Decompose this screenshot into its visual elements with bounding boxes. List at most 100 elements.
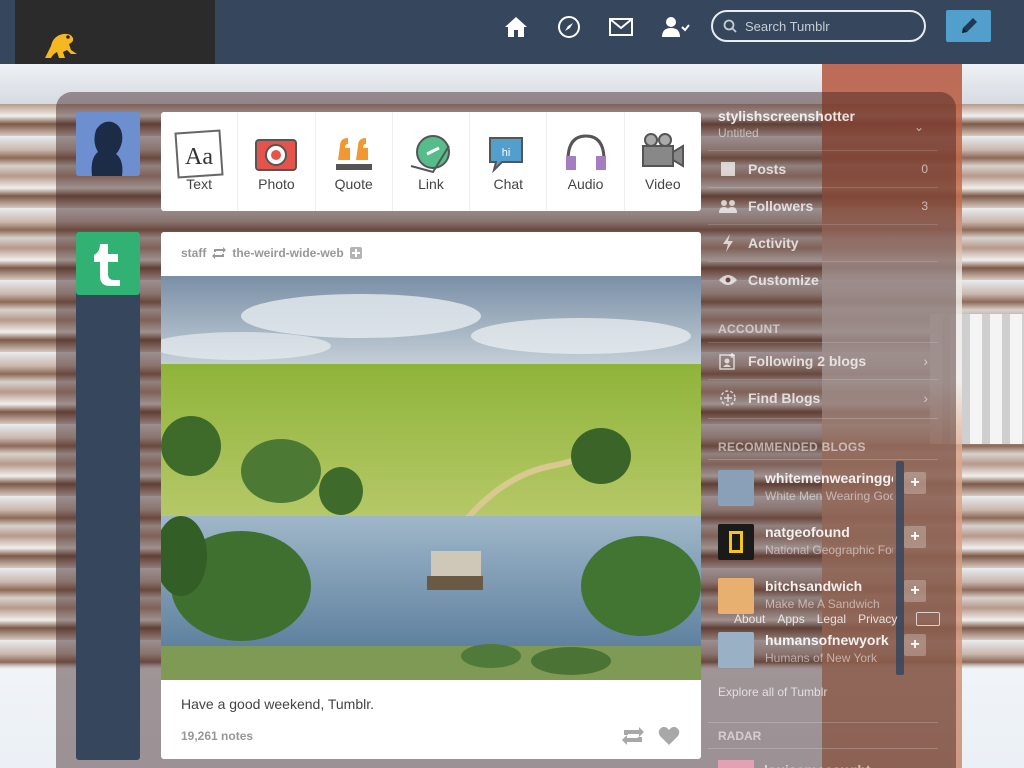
post-author-link[interactable]: staff xyxy=(181,246,206,260)
chevron-down-icon[interactable]: ⌄ xyxy=(914,120,924,134)
post-type-composer: Aa Text Photo Quote Link hi Chat Audio V… xyxy=(161,112,701,211)
recommended-blogs-heading: RECOMMENDED BLOGS xyxy=(718,440,866,454)
video-camera-post-icon xyxy=(641,133,684,168)
home-icon[interactable] xyxy=(503,14,529,40)
find-blogs-icon xyxy=(718,388,738,408)
posts-icon xyxy=(718,159,738,179)
recommended-blog-item[interactable]: humansofnewyork Humans of New York + xyxy=(708,626,926,680)
keyboard-shortcuts-icon[interactable] xyxy=(916,612,940,626)
posts-count: 0 xyxy=(921,162,928,176)
staff-blog-avatar[interactable] xyxy=(76,232,140,295)
reblog-icon[interactable] xyxy=(621,726,645,746)
logo-area[interactable] xyxy=(15,0,215,64)
footer-link-apps[interactable]: Apps xyxy=(777,612,804,626)
tumblr-t-icon xyxy=(94,243,120,286)
post-source-link[interactable]: the-weird-wide-web xyxy=(232,246,343,260)
account-menu-icon[interactable] xyxy=(661,14,691,40)
sidebar-item-label: Followers xyxy=(748,198,814,214)
inbox-mail-icon[interactable] xyxy=(608,14,634,40)
recommended-blog-avatar xyxy=(718,632,754,668)
follow-plus-icon[interactable]: + xyxy=(904,580,926,602)
camera-post-icon xyxy=(255,139,298,171)
sidebar-item-label: Customize xyxy=(748,272,819,288)
link-post-icon xyxy=(410,135,450,174)
post-type-link-button[interactable]: Link xyxy=(393,112,471,211)
post-type-chat-button[interactable]: hi Chat xyxy=(470,112,548,211)
recommended-blog-name: humansofnewyork xyxy=(765,632,889,648)
radar-heading: RADAR xyxy=(718,729,762,743)
followers-icon xyxy=(718,196,738,216)
follow-plus-icon[interactable]: + xyxy=(904,634,926,656)
sidebar-item-followers[interactable]: Followers 3 xyxy=(708,187,938,224)
recommended-blog-avatar xyxy=(718,578,754,614)
post-type-text-button[interactable]: Aa Text xyxy=(161,112,239,211)
sidebar-blog-name[interactable]: stylishscreenshotter xyxy=(718,108,855,124)
post-avatar-column xyxy=(76,232,140,760)
radar-blog-item[interactable]: louisemccaught xyxy=(718,760,871,768)
compose-post-button[interactable] xyxy=(946,10,991,42)
account-heading: ACCOUNT xyxy=(718,322,781,336)
pencil-icon xyxy=(961,18,977,33)
sidebar-item-label: Following 2 blogs xyxy=(748,353,867,369)
post-type-audio-button[interactable]: Audio xyxy=(547,112,625,211)
follow-plus-icon[interactable]: + xyxy=(904,526,926,548)
recommended-blog-name: whitemenwearinggoogleglass xyxy=(765,470,893,486)
search-input[interactable] xyxy=(745,18,905,34)
footer-link-legal[interactable]: Legal xyxy=(817,612,846,626)
footer-link-about[interactable]: About xyxy=(734,612,765,626)
divider xyxy=(708,459,938,460)
follow-plus-icon[interactable] xyxy=(349,247,362,259)
text-post-icon: Aa xyxy=(174,129,224,179)
post-type-quote-button[interactable]: Quote xyxy=(316,112,393,211)
post-type-photo-label: Photo xyxy=(258,176,295,192)
chevron-right-icon: › xyxy=(923,353,928,369)
explore-tumblr-link[interactable]: Explore all of Tumblr xyxy=(718,685,827,699)
post-type-link-label: Link xyxy=(418,176,444,192)
post-type-audio-label: Audio xyxy=(567,176,604,192)
search-box[interactable] xyxy=(711,10,926,42)
silhouette-avatar-icon xyxy=(76,112,140,176)
search-icon xyxy=(723,19,737,33)
radar-blog-name: louisemccaught xyxy=(764,762,871,768)
recommended-blog-item[interactable]: whitemenwearinggoogleglass White Men Wear… xyxy=(708,464,926,518)
follow-plus-icon[interactable]: + xyxy=(904,472,926,494)
sidebar-item-label: Activity xyxy=(748,235,799,251)
explore-compass-icon[interactable] xyxy=(556,14,582,40)
reblog-small-icon xyxy=(212,247,227,259)
post-header: staff the-weird-wide-web xyxy=(181,246,362,260)
post-notes-count[interactable]: 19,261 notes xyxy=(181,729,253,743)
sidebar-item-find-blogs[interactable]: Find Blogs › xyxy=(708,379,938,416)
divider xyxy=(708,418,938,419)
sidebar-blog-subtitle: Untitled xyxy=(718,126,759,140)
sidebar-item-activity[interactable]: Activity xyxy=(708,224,938,261)
top-navigation-bar xyxy=(0,0,1024,64)
sidebar-item-customize[interactable]: Customize xyxy=(708,261,938,298)
lightning-activity-icon xyxy=(718,233,738,253)
post-type-photo-button[interactable]: Photo xyxy=(238,112,316,211)
svg-text:hi: hi xyxy=(502,147,511,159)
post-photo[interactable] xyxy=(161,276,701,680)
footer-link-privacy[interactable]: Privacy xyxy=(858,612,897,626)
footer-links: About Apps Legal Privacy xyxy=(734,612,897,626)
recommended-scrollbar[interactable] xyxy=(896,461,904,675)
recommended-blog-item[interactable]: natgeofound National Geographic Found + xyxy=(708,518,926,572)
headphones-audio-icon xyxy=(565,134,606,170)
user-avatar[interactable] xyxy=(76,112,140,176)
recommended-blog-desc: Make Me A Sandwich xyxy=(765,597,880,611)
radar-blog-avatar xyxy=(718,760,754,768)
heart-like-icon[interactable] xyxy=(658,726,680,746)
recommended-blog-name: natgeofound xyxy=(765,524,850,540)
sidebar-item-label: Posts xyxy=(748,161,787,177)
chevron-right-icon: › xyxy=(923,390,928,406)
dashboard-post: staff the-weird-wide-web Have a good wee… xyxy=(161,232,701,759)
svg-text:Aa: Aa xyxy=(185,144,213,170)
divider xyxy=(708,722,938,723)
post-type-chat-label: Chat xyxy=(493,176,524,192)
recommended-blog-desc: National Geographic Found xyxy=(765,543,893,557)
sidebar-item-following[interactable]: Following 2 blogs › xyxy=(708,342,938,379)
followers-count: 3 xyxy=(921,199,928,213)
post-type-video-button[interactable]: Video xyxy=(625,112,701,211)
sidebar-item-posts[interactable]: Posts 0 xyxy=(708,150,938,187)
recommended-blog-avatar xyxy=(718,524,754,560)
landscape-river-image xyxy=(161,276,701,680)
